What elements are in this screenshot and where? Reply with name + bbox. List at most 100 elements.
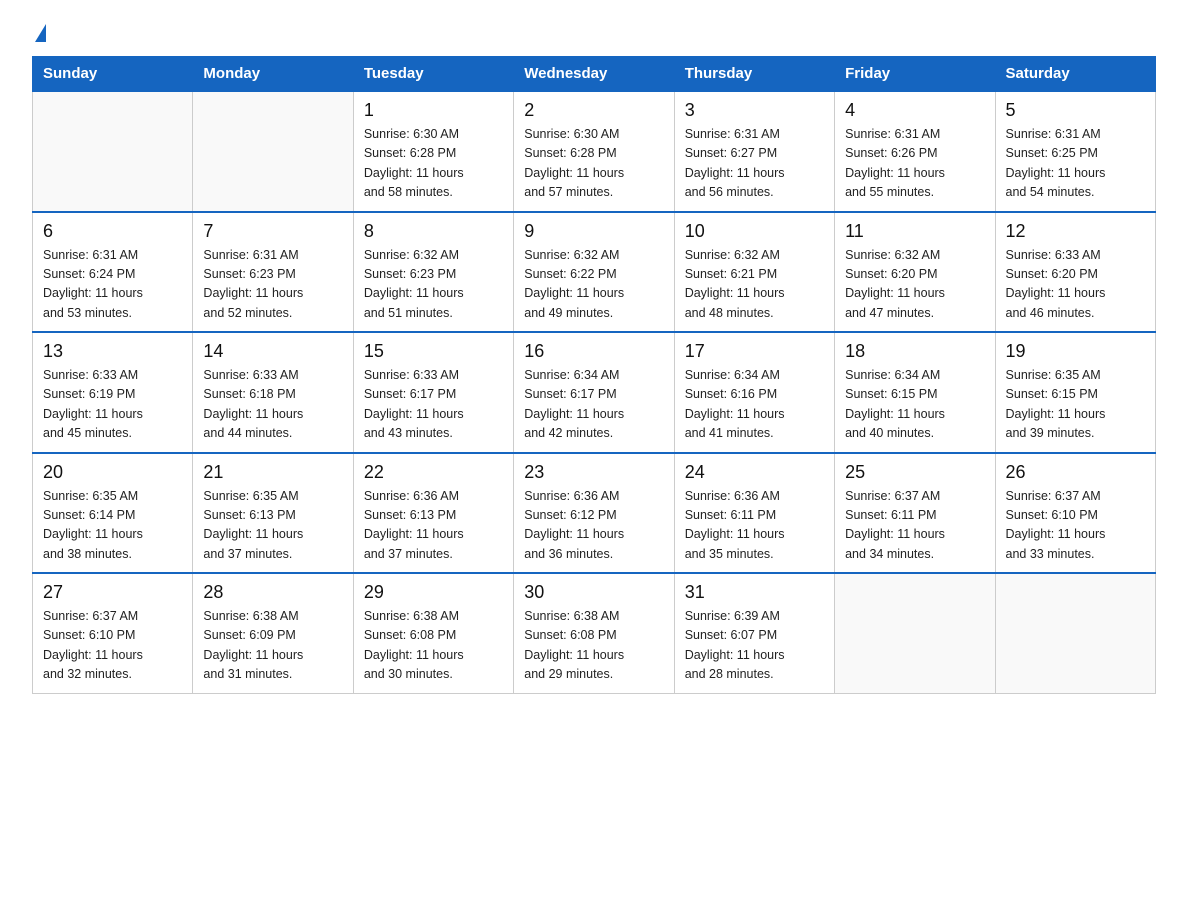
- day-info: Sunrise: 6:34 AM Sunset: 6:17 PM Dayligh…: [524, 366, 663, 444]
- calendar-cell: 23 Sunrise: 6:36 AM Sunset: 6:12 PM Dayli…: [514, 453, 674, 574]
- day-number: 1: [364, 100, 503, 121]
- day-info: Sunrise: 6:33 AM Sunset: 6:17 PM Dayligh…: [364, 366, 503, 444]
- day-number: 20: [43, 462, 182, 483]
- day-number: 3: [685, 100, 824, 121]
- day-number: 24: [685, 462, 824, 483]
- day-info: Sunrise: 6:35 AM Sunset: 6:15 PM Dayligh…: [1006, 366, 1145, 444]
- day-info: Sunrise: 6:32 AM Sunset: 6:23 PM Dayligh…: [364, 246, 503, 324]
- calendar-cell: 25 Sunrise: 6:37 AM Sunset: 6:11 PM Dayli…: [835, 453, 995, 574]
- day-info: Sunrise: 6:32 AM Sunset: 6:22 PM Dayligh…: [524, 246, 663, 324]
- calendar-cell: 5Sunrise: 6:31 AM Sunset: 6:25 PM Daylig…: [995, 91, 1155, 212]
- day-number: 30: [524, 582, 663, 603]
- calendar-table: SundayMondayTuesdayWednesdayThursdayFrid…: [32, 56, 1156, 694]
- calendar-cell: 31 Sunrise: 6:39 AM Sunset: 6:07 PM Dayli…: [674, 573, 834, 693]
- weekday-header-monday: Monday: [193, 57, 353, 92]
- day-number: 7: [203, 221, 342, 242]
- day-info: Sunrise: 6:31 AM Sunset: 6:24 PM Dayligh…: [43, 246, 182, 324]
- day-info: Sunrise: 6:35 AM Sunset: 6:13 PM Dayligh…: [203, 487, 342, 565]
- calendar-cell: 9 Sunrise: 6:32 AM Sunset: 6:22 PM Daylig…: [514, 212, 674, 333]
- logo-triangle-icon: [35, 24, 46, 42]
- day-number: 29: [364, 582, 503, 603]
- day-number: 26: [1006, 462, 1145, 483]
- day-number: 14: [203, 341, 342, 362]
- calendar-week-row: 1 Sunrise: 6:30 AM Sunset: 6:28 PM Daylig…: [33, 91, 1156, 212]
- day-number: 19: [1006, 341, 1145, 362]
- weekday-header-friday: Friday: [835, 57, 995, 92]
- calendar-cell: [995, 573, 1155, 693]
- day-info: Sunrise: 6:36 AM Sunset: 6:12 PM Dayligh…: [524, 487, 663, 565]
- day-number: 12: [1006, 221, 1145, 242]
- calendar-cell: 7 Sunrise: 6:31 AM Sunset: 6:23 PM Daylig…: [193, 212, 353, 333]
- day-info: Sunrise: 6:38 AM Sunset: 6:09 PM Dayligh…: [203, 607, 342, 685]
- day-info: Sunrise: 6:33 AM Sunset: 6:18 PM Dayligh…: [203, 366, 342, 444]
- day-number: 8: [364, 221, 503, 242]
- logo: [32, 24, 46, 42]
- calendar-cell: 10Sunrise: 6:32 AM Sunset: 6:21 PM Dayli…: [674, 212, 834, 333]
- calendar-cell: 18 Sunrise: 6:34 AM Sunset: 6:15 PM Dayli…: [835, 332, 995, 453]
- calendar-week-row: 6 Sunrise: 6:31 AM Sunset: 6:24 PM Daylig…: [33, 212, 1156, 333]
- calendar-week-row: 13 Sunrise: 6:33 AM Sunset: 6:19 PM Dayli…: [33, 332, 1156, 453]
- day-info: Sunrise: 6:33 AM Sunset: 6:19 PM Dayligh…: [43, 366, 182, 444]
- calendar-cell: 19 Sunrise: 6:35 AM Sunset: 6:15 PM Dayli…: [995, 332, 1155, 453]
- calendar-cell: 2Sunrise: 6:30 AM Sunset: 6:28 PM Daylig…: [514, 91, 674, 212]
- weekday-header-tuesday: Tuesday: [353, 57, 513, 92]
- day-info: Sunrise: 6:38 AM Sunset: 6:08 PM Dayligh…: [364, 607, 503, 685]
- day-info: Sunrise: 6:36 AM Sunset: 6:13 PM Dayligh…: [364, 487, 503, 565]
- page-header: [32, 24, 1156, 42]
- day-number: 18: [845, 341, 984, 362]
- calendar-cell: 30Sunrise: 6:38 AM Sunset: 6:08 PM Dayli…: [514, 573, 674, 693]
- calendar-cell: 24Sunrise: 6:36 AM Sunset: 6:11 PM Dayli…: [674, 453, 834, 574]
- day-number: 15: [364, 341, 503, 362]
- weekday-header-wednesday: Wednesday: [514, 57, 674, 92]
- day-number: 9: [524, 221, 663, 242]
- calendar-cell: 21 Sunrise: 6:35 AM Sunset: 6:13 PM Dayli…: [193, 453, 353, 574]
- day-info: Sunrise: 6:32 AM Sunset: 6:20 PM Dayligh…: [845, 246, 984, 324]
- calendar-cell: 22 Sunrise: 6:36 AM Sunset: 6:13 PM Dayli…: [353, 453, 513, 574]
- calendar-cell: 11 Sunrise: 6:32 AM Sunset: 6:20 PM Dayli…: [835, 212, 995, 333]
- day-number: 16: [524, 341, 663, 362]
- day-number: 11: [845, 221, 984, 242]
- day-info: Sunrise: 6:30 AM Sunset: 6:28 PM Dayligh…: [364, 125, 503, 203]
- day-number: 31: [685, 582, 824, 603]
- day-number: 10: [685, 221, 824, 242]
- calendar-cell: 4 Sunrise: 6:31 AM Sunset: 6:26 PM Daylig…: [835, 91, 995, 212]
- calendar-cell: [193, 91, 353, 212]
- day-info: Sunrise: 6:33 AM Sunset: 6:20 PM Dayligh…: [1006, 246, 1145, 324]
- calendar-cell: 16 Sunrise: 6:34 AM Sunset: 6:17 PM Dayli…: [514, 332, 674, 453]
- calendar-cell: [33, 91, 193, 212]
- calendar-cell: 8 Sunrise: 6:32 AM Sunset: 6:23 PM Daylig…: [353, 212, 513, 333]
- calendar-cell: [835, 573, 995, 693]
- calendar-week-row: 27Sunrise: 6:37 AM Sunset: 6:10 PM Dayli…: [33, 573, 1156, 693]
- calendar-cell: 12 Sunrise: 6:33 AM Sunset: 6:20 PM Dayli…: [995, 212, 1155, 333]
- day-info: Sunrise: 6:34 AM Sunset: 6:16 PM Dayligh…: [685, 366, 824, 444]
- weekday-header-thursday: Thursday: [674, 57, 834, 92]
- calendar-cell: 29 Sunrise: 6:38 AM Sunset: 6:08 PM Dayli…: [353, 573, 513, 693]
- calendar-cell: 20 Sunrise: 6:35 AM Sunset: 6:14 PM Dayli…: [33, 453, 193, 574]
- day-info: Sunrise: 6:39 AM Sunset: 6:07 PM Dayligh…: [685, 607, 824, 685]
- weekday-header-saturday: Saturday: [995, 57, 1155, 92]
- day-info: Sunrise: 6:30 AM Sunset: 6:28 PM Dayligh…: [524, 125, 663, 203]
- day-info: Sunrise: 6:31 AM Sunset: 6:26 PM Dayligh…: [845, 125, 984, 203]
- day-info: Sunrise: 6:37 AM Sunset: 6:10 PM Dayligh…: [1006, 487, 1145, 565]
- day-info: Sunrise: 6:34 AM Sunset: 6:15 PM Dayligh…: [845, 366, 984, 444]
- day-number: 25: [845, 462, 984, 483]
- day-info: Sunrise: 6:31 AM Sunset: 6:23 PM Dayligh…: [203, 246, 342, 324]
- calendar-cell: 28Sunrise: 6:38 AM Sunset: 6:09 PM Dayli…: [193, 573, 353, 693]
- weekday-header-sunday: Sunday: [33, 57, 193, 92]
- day-info: Sunrise: 6:37 AM Sunset: 6:11 PM Dayligh…: [845, 487, 984, 565]
- calendar-cell: 3 Sunrise: 6:31 AM Sunset: 6:27 PM Daylig…: [674, 91, 834, 212]
- day-info: Sunrise: 6:31 AM Sunset: 6:27 PM Dayligh…: [685, 125, 824, 203]
- day-number: 5: [1006, 100, 1145, 121]
- day-number: 6: [43, 221, 182, 242]
- calendar-cell: 27Sunrise: 6:37 AM Sunset: 6:10 PM Dayli…: [33, 573, 193, 693]
- calendar-cell: 26 Sunrise: 6:37 AM Sunset: 6:10 PM Dayli…: [995, 453, 1155, 574]
- day-info: Sunrise: 6:35 AM Sunset: 6:14 PM Dayligh…: [43, 487, 182, 565]
- day-number: 21: [203, 462, 342, 483]
- calendar-cell: 13 Sunrise: 6:33 AM Sunset: 6:19 PM Dayli…: [33, 332, 193, 453]
- day-number: 13: [43, 341, 182, 362]
- weekday-header-row: SundayMondayTuesdayWednesdayThursdayFrid…: [33, 57, 1156, 92]
- day-number: 22: [364, 462, 503, 483]
- day-number: 27: [43, 582, 182, 603]
- day-number: 4: [845, 100, 984, 121]
- day-number: 23: [524, 462, 663, 483]
